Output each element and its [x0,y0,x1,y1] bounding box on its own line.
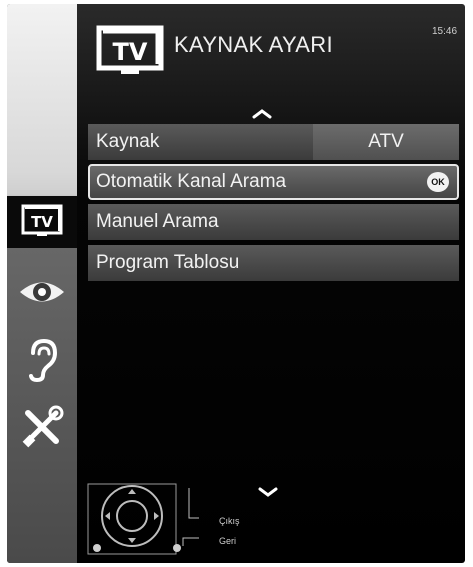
tools-icon [22,405,64,448]
tv-screen: TV TV KAYNAK AYARI 15:46 Kaynak ATV Otom… [7,4,465,563]
menu-item-label: Manuel Arama [96,211,219,232]
scroll-down-icon[interactable] [257,486,279,498]
remote-legend: Çıkış Geri [87,478,240,563]
sidebar-item-tv[interactable]: TV [7,196,77,248]
back-label: Geri [219,536,237,546]
remote-dpad-icon [87,483,199,555]
menu-item-label: Program Tablosu [96,252,240,273]
sidebar: TV [7,4,77,563]
exit-label: Çıkış [219,516,240,526]
page-title: KAYNAK AYARI [174,32,333,57]
ok-badge: OK [427,172,449,192]
svg-text:TV: TV [113,38,148,66]
sidebar-item-settings[interactable] [7,401,77,453]
clock: 15:46 [432,26,458,37]
tv-icon: TV [96,25,164,74]
menu-item-program-table[interactable]: Program Tablosu [88,245,459,281]
source-value[interactable]: ATV [313,124,459,160]
tv-icon: TV [21,204,63,236]
sidebar-item-sound[interactable] [7,334,77,386]
menu-item-manual-search[interactable]: Manuel Arama [88,204,459,240]
header-tv-icon: TV [95,24,165,85]
ear-icon [29,338,58,383]
scroll-up-icon[interactable] [251,108,273,120]
menu-item-label: Kaynak [96,131,160,152]
menu-item-source[interactable]: Kaynak ATV [88,124,459,160]
menu-item-auto-channel-search[interactable]: Otomatik Kanal Arama OK [88,164,459,200]
eye-icon [20,282,64,302]
sidebar-item-picture[interactable] [7,266,77,318]
menu-item-label: Otomatik Kanal Arama [96,171,287,192]
svg-text:TV: TV [31,213,53,231]
